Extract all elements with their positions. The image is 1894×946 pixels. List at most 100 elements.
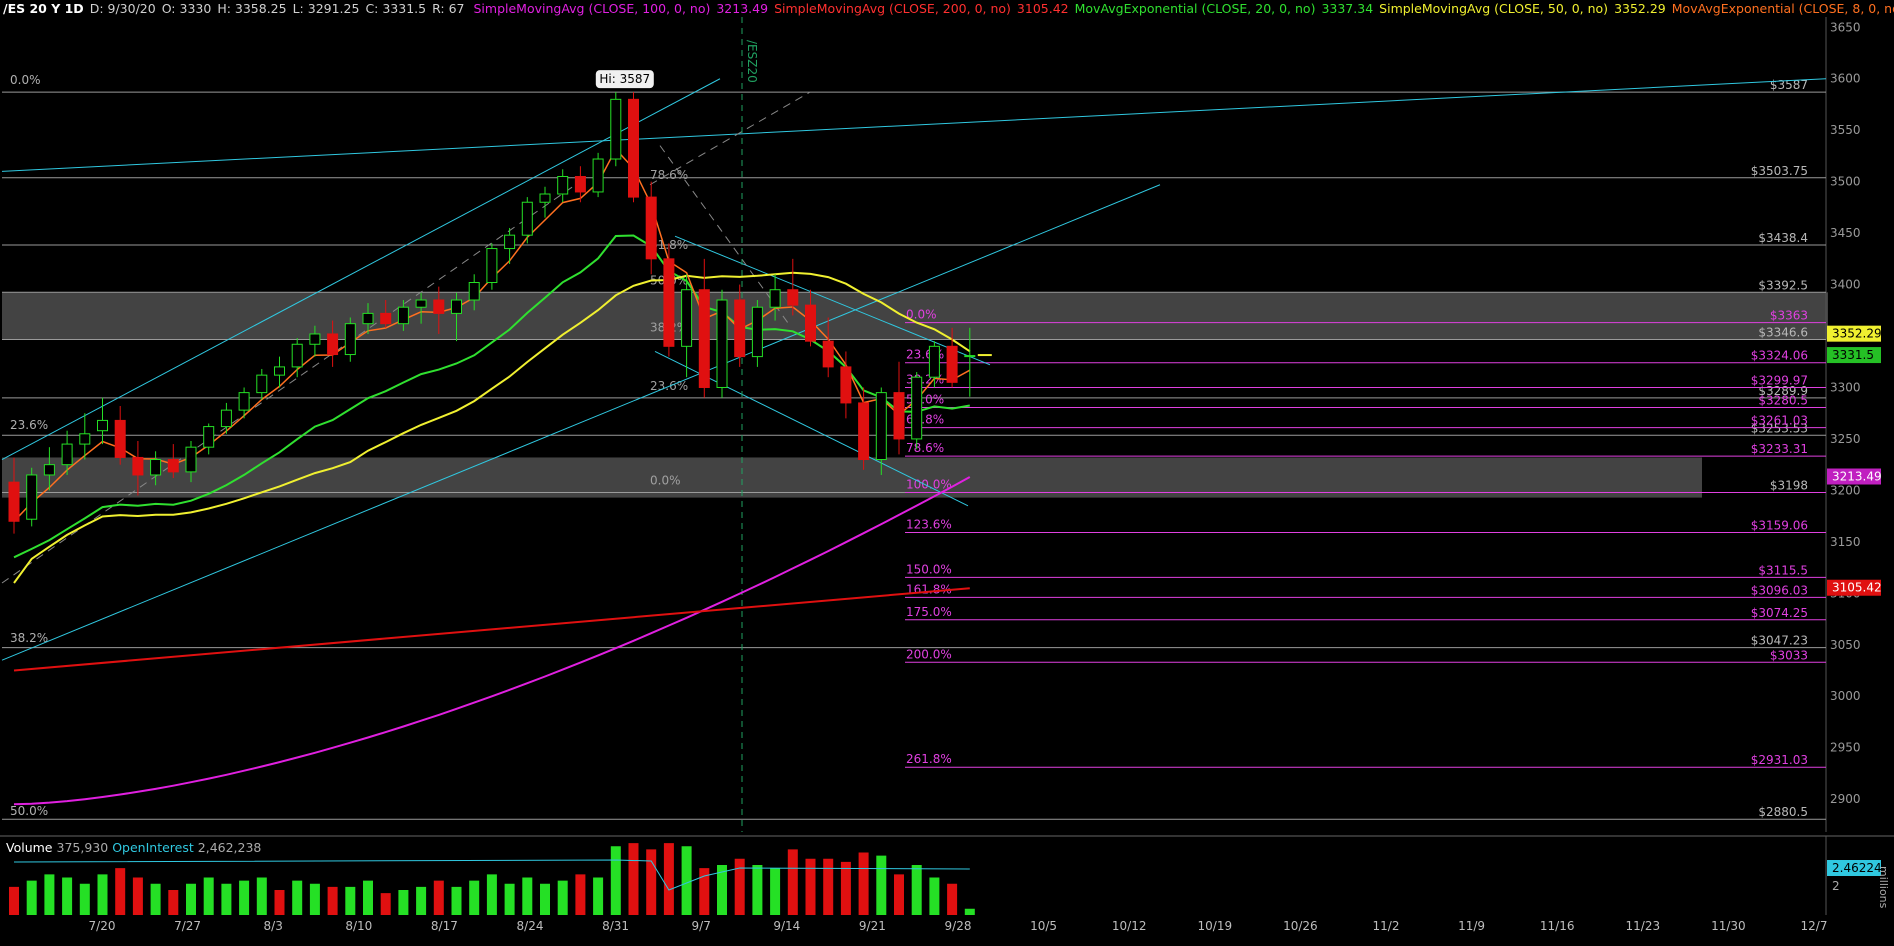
- price-tag: 3105.42: [1832, 581, 1882, 595]
- volume-bar: [486, 874, 497, 915]
- volume-bar: [186, 883, 196, 915]
- fib-pct-label: 123.6%: [906, 518, 952, 532]
- candle-body: [274, 366, 285, 376]
- volume-bar: [593, 877, 604, 915]
- x-tick-label: 9/21: [859, 919, 886, 933]
- chart-canvas[interactable]: 2900295030003050310031503200325033003350…: [0, 0, 1894, 946]
- y-tick-label: 3250: [1830, 432, 1861, 446]
- x-tick-label: 7/20: [89, 919, 116, 933]
- fib-pct-label: 261.8%: [906, 752, 952, 766]
- fib-price-label: $3233.31: [1751, 442, 1808, 456]
- y-tick-label: 3500: [1830, 175, 1861, 189]
- candle-body: [61, 443, 73, 466]
- volume-bar: [239, 880, 250, 915]
- x-tick-label: 11/23: [1626, 919, 1661, 933]
- fib-left-label: 38.2%: [10, 631, 48, 645]
- y-tick-label: 3450: [1830, 226, 1861, 240]
- chart-header: /ES 20 Y 1D D: 9/30/20 O: 3330 H: 3358.25 L:…: [0, 0, 1894, 17]
- candle-body: [840, 366, 852, 404]
- y-tick-label: 3650: [1830, 20, 1861, 34]
- candle-body: [486, 248, 498, 284]
- candle-body: [628, 98, 639, 198]
- volume-bar: [115, 868, 126, 915]
- candle-body: [787, 289, 799, 306]
- candle-body: [291, 343, 303, 368]
- oi-label[interactable]: OpenInterest: [110, 840, 196, 855]
- candle-body: [875, 392, 887, 461]
- candle-body: [893, 392, 905, 440]
- volume-bar: [522, 877, 533, 915]
- candle-body: [327, 333, 339, 356]
- x-tick-label: 8/24: [517, 919, 544, 933]
- high-label: H: 3358.25: [217, 1, 287, 16]
- fib-price-label: $3033: [1770, 648, 1808, 662]
- candle-body: [185, 446, 197, 473]
- volume-bar: [770, 868, 781, 915]
- volume-bar: [433, 880, 444, 915]
- study-label-4[interactable]: MovAvgExponential (CLOSE, 8, 0, no): [1669, 1, 1894, 16]
- candle-body: [238, 392, 250, 411]
- candle-body: [645, 196, 657, 260]
- volume-bar: [575, 874, 586, 915]
- volume-bar: [681, 846, 692, 915]
- price-level-label: $3503.75: [1751, 164, 1808, 178]
- volume-bar: [168, 890, 179, 915]
- candle-body: [203, 426, 215, 448]
- study-label-2[interactable]: MovAvgExponential (CLOSE, 20, 0, no): [1072, 1, 1319, 16]
- price-level-label: $3346.6: [1758, 326, 1808, 340]
- candle-body: [397, 306, 409, 325]
- volume-bar: [858, 852, 869, 915]
- date-label: D: 9/30/20: [89, 1, 156, 16]
- y-tick-label: 3000: [1830, 689, 1861, 703]
- y-tick-label: 3400: [1830, 278, 1861, 292]
- volume-value: 375,930: [56, 840, 109, 855]
- x-tick-label: 8/31: [602, 919, 629, 933]
- volume-bar: [44, 874, 55, 915]
- volume-bar: [787, 849, 798, 915]
- volume-bar: [823, 858, 834, 915]
- fib-price-label: $2931.03: [1751, 753, 1808, 767]
- price-tag: 3331.5: [1832, 348, 1874, 362]
- candle-body: [928, 345, 940, 378]
- price-tag: 3213.49: [1832, 470, 1882, 484]
- candle-body: [610, 98, 622, 160]
- y-tick-label: 3600: [1830, 72, 1861, 86]
- hi-label: Hi: 3587: [599, 72, 650, 86]
- volume-bar: [363, 880, 373, 915]
- open-label: O: 3330: [161, 1, 212, 16]
- y-tick-label: 3300: [1830, 380, 1861, 394]
- volume-bar: [221, 883, 232, 915]
- x-tick-label: 7/27: [174, 919, 201, 933]
- candle-body: [97, 419, 108, 432]
- volume-bar: [663, 843, 674, 915]
- x-tick-label: 9/7: [692, 919, 711, 933]
- candle-body: [698, 289, 710, 388]
- volume-bar: [894, 874, 904, 915]
- volume-bar: [451, 886, 462, 915]
- volume-bar: [26, 880, 37, 915]
- x-tick-label: 11/30: [1711, 919, 1746, 933]
- symbol-label[interactable]: /ES 20 Y 1D: [0, 1, 87, 16]
- candle-body: [946, 345, 958, 383]
- candle-body: [964, 355, 976, 358]
- candle-body: [574, 176, 586, 193]
- fib-mid-label: 78.6%: [650, 168, 688, 182]
- volume-label[interactable]: Volume: [4, 840, 55, 855]
- candle-body: [415, 299, 427, 308]
- x-tick-label: 12/7: [1801, 919, 1828, 933]
- candle-body: [362, 312, 374, 325]
- trendline: [1, 184, 1161, 661]
- study-label-3[interactable]: SimpleMovingAvg (CLOSE, 50, 0, no): [1376, 1, 1611, 16]
- volume-bar: [62, 877, 73, 915]
- volume-bar: [752, 865, 763, 915]
- volume-bar: [150, 883, 161, 915]
- volume-bar: [805, 858, 816, 915]
- fib-price-label: $3280.5: [1758, 394, 1808, 408]
- fib-price-label: $3159.06: [1751, 519, 1808, 533]
- candle-body: [380, 312, 392, 325]
- candle-body: [468, 282, 480, 301]
- study-label-1[interactable]: SimpleMovingAvg (CLOSE, 200, 0, no): [771, 1, 1014, 16]
- study-label-0[interactable]: SimpleMovingAvg (CLOSE, 100, 0, no): [471, 1, 714, 16]
- fib-mid-label: 0.0%: [650, 473, 681, 487]
- low-label: L: 3291.25: [292, 1, 360, 16]
